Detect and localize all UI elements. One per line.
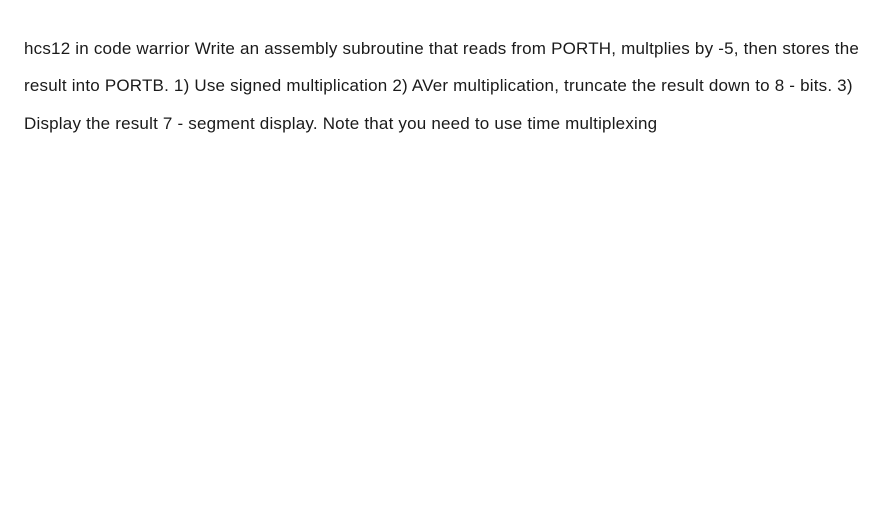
- question-text: hcs12 in code warrior Write an assembly …: [24, 30, 872, 142]
